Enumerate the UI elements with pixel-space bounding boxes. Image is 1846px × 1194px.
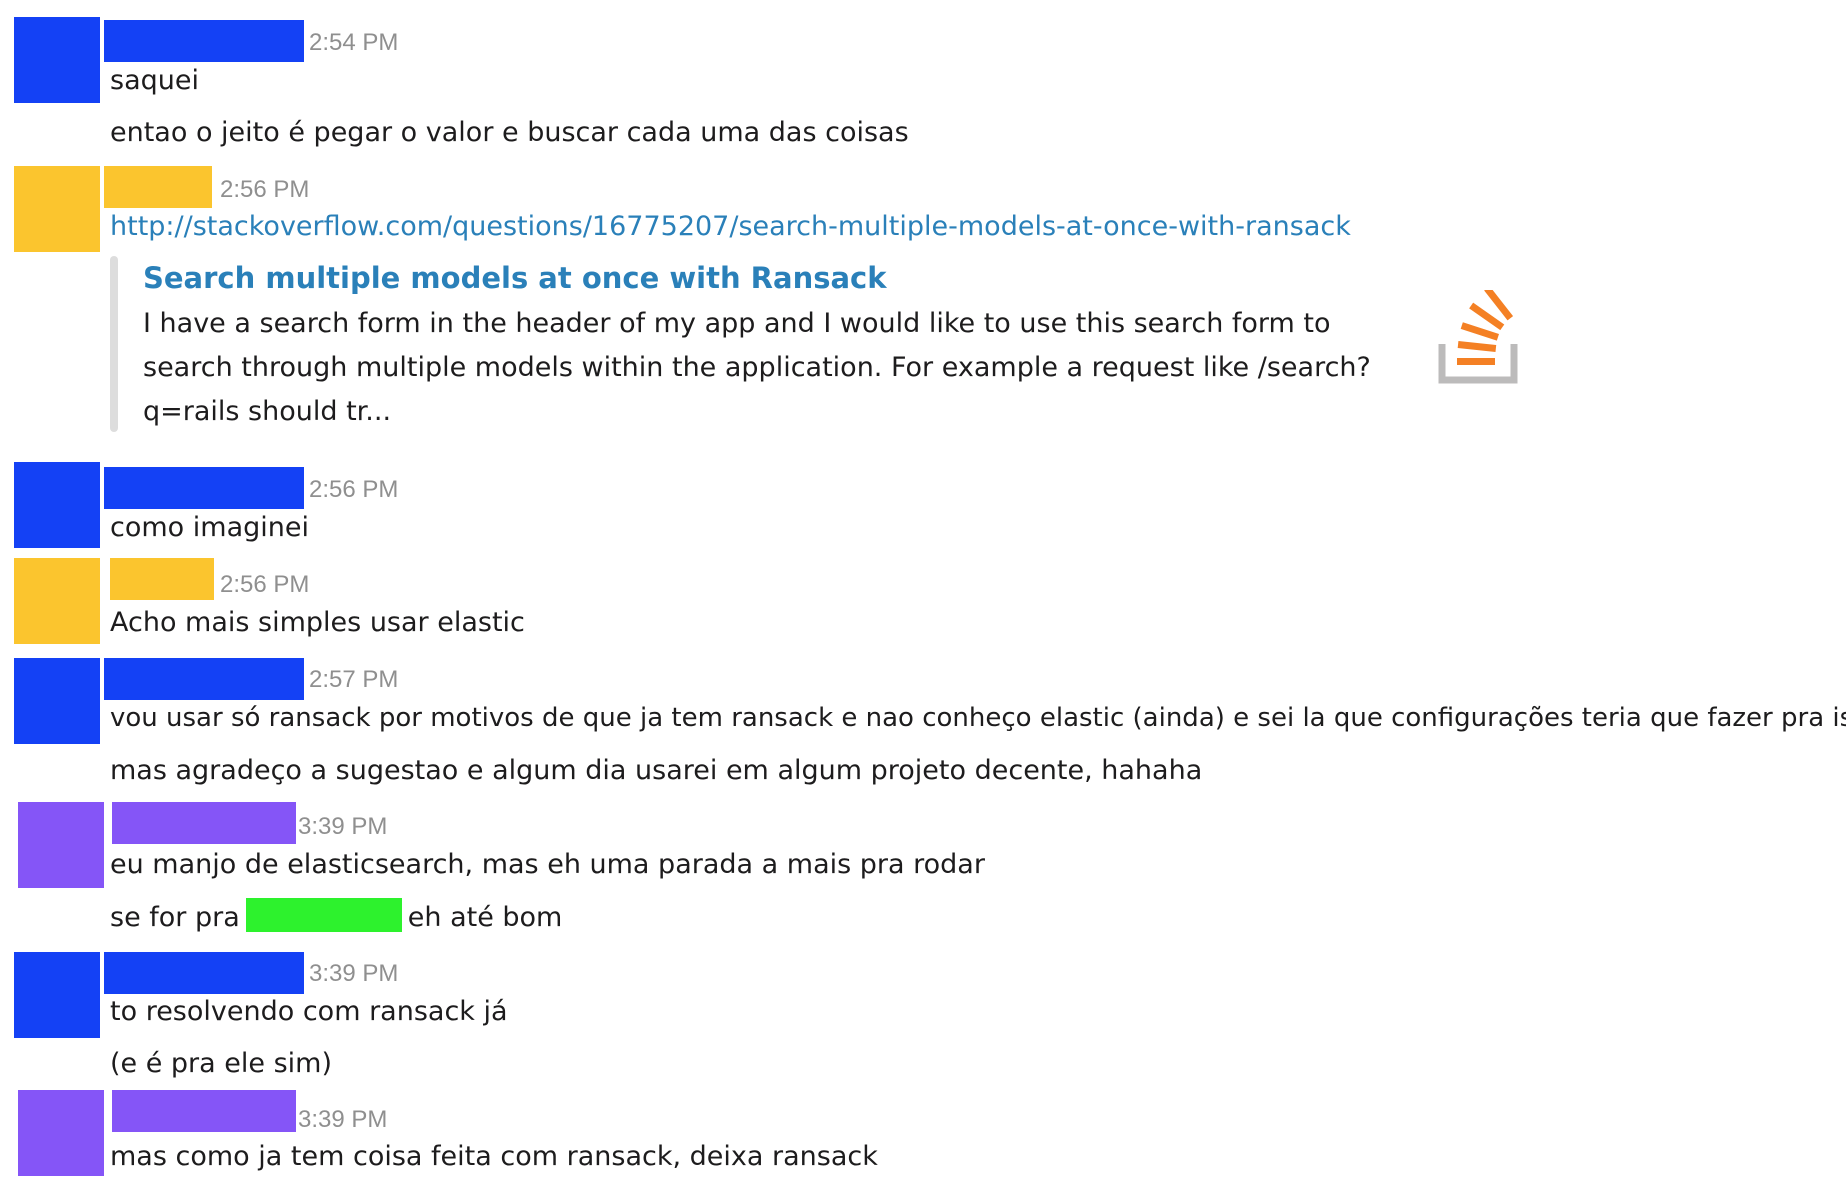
message-text: saquei xyxy=(110,65,199,96)
message-text-with-redaction: se for pra eh até bom xyxy=(110,898,562,937)
message-text: mas como ja tem coisa feita com ransack,… xyxy=(110,1141,878,1172)
message-text: entao o jeito é pegar o valor e buscar c… xyxy=(110,117,909,148)
avatar[interactable] xyxy=(18,802,104,888)
message-text-after: eh até bom xyxy=(407,902,563,933)
message-text: mas agradeço a sugestao e algum dia usar… xyxy=(110,755,1203,786)
message-timestamp[interactable]: 2:56 PM xyxy=(220,175,309,205)
avatar[interactable] xyxy=(14,462,100,548)
avatar[interactable] xyxy=(18,1090,104,1176)
username-redacted[interactable] xyxy=(104,166,212,208)
username-redacted[interactable] xyxy=(110,558,214,600)
redacted-channel-mention[interactable] xyxy=(245,898,402,932)
username-redacted[interactable] xyxy=(112,1090,296,1132)
message-timestamp[interactable]: 2:56 PM xyxy=(220,570,309,600)
message-timestamp[interactable]: 3:39 PM xyxy=(298,812,387,842)
message-text: Acho mais simples usar elastic xyxy=(110,607,525,638)
stackoverflow-link[interactable]: http://stackoverflow.com/questions/16775… xyxy=(110,208,1351,246)
message-timestamp[interactable]: 2:56 PM xyxy=(309,475,398,505)
username-redacted[interactable] xyxy=(104,20,304,62)
message-text-before: se for pra xyxy=(110,902,240,933)
stackoverflow-icon xyxy=(1438,290,1518,384)
message-timestamp[interactable]: 3:39 PM xyxy=(298,1105,387,1135)
username-redacted[interactable] xyxy=(104,467,304,509)
message-timestamp[interactable]: 2:57 PM xyxy=(309,665,398,695)
username-redacted[interactable] xyxy=(104,952,304,994)
message-text: como imaginei xyxy=(110,512,309,543)
message-text: (e é pra ele sim) xyxy=(110,1048,332,1079)
username-redacted[interactable] xyxy=(112,802,296,844)
username-redacted[interactable] xyxy=(104,658,304,700)
avatar[interactable] xyxy=(14,558,100,644)
message-timestamp[interactable]: 3:39 PM xyxy=(309,959,398,989)
message-text: eu manjo de elasticsearch, mas eh uma pa… xyxy=(110,849,985,880)
message-text: vou usar só ransack por motivos de que j… xyxy=(110,703,1846,733)
unfurl-title[interactable]: Search multiple models at once with Rans… xyxy=(143,258,887,298)
message-timestamp[interactable]: 2:54 PM xyxy=(309,28,398,58)
avatar[interactable] xyxy=(14,658,100,744)
avatar[interactable] xyxy=(14,17,100,103)
avatar[interactable] xyxy=(14,166,100,252)
message-text: to resolvendo com ransack já xyxy=(110,996,508,1027)
unfurl-accent-bar xyxy=(110,256,118,432)
avatar[interactable] xyxy=(14,952,100,1038)
unfurl-description: I have a search form in the header of my… xyxy=(143,308,1371,427)
